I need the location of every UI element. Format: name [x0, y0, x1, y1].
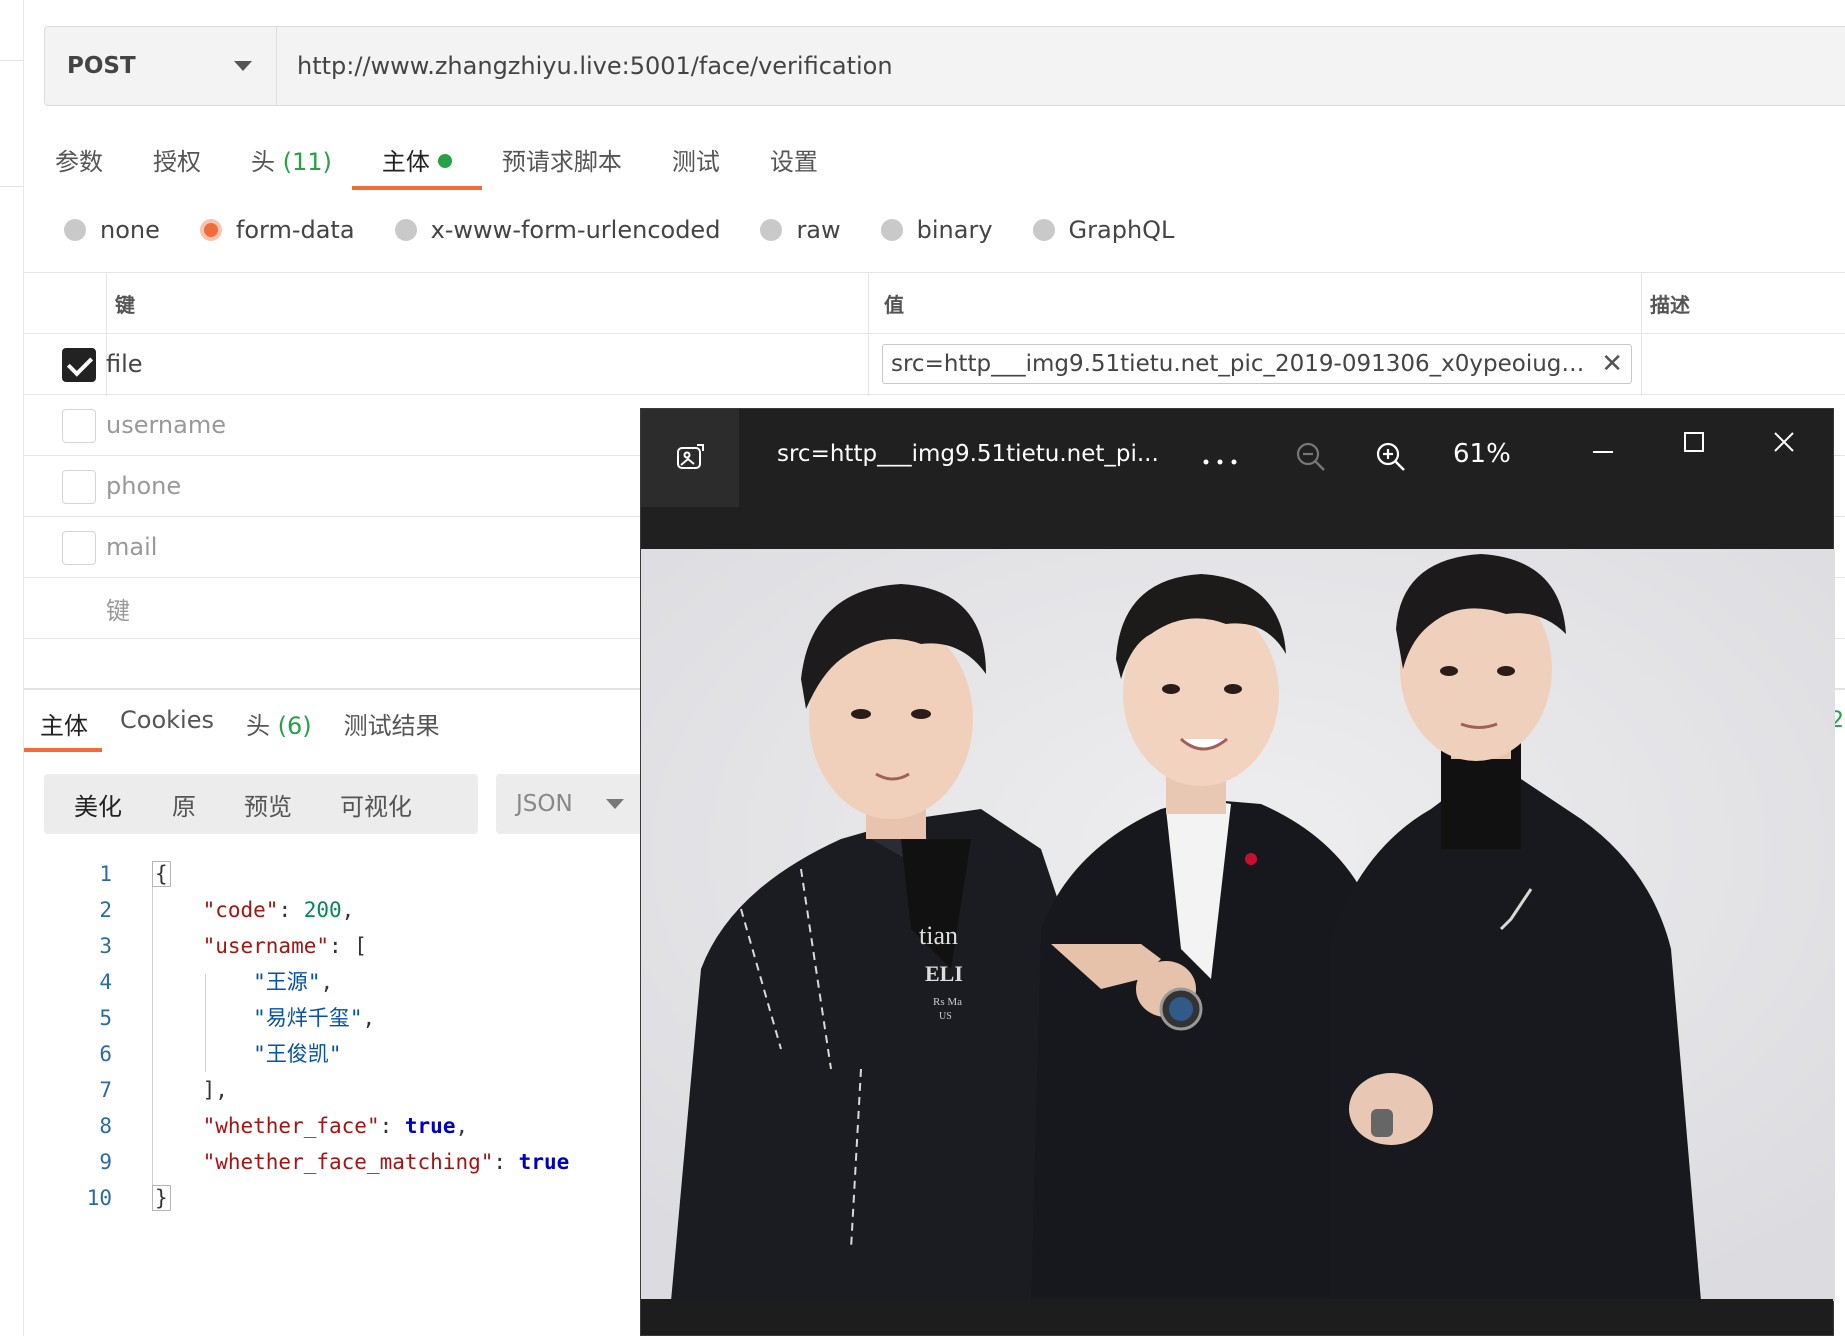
viewer-title: src=http___img9.51tietu.net_pi...: [777, 441, 1159, 467]
shirt-print-text: US: [939, 1011, 952, 1022]
radio-circle-icon: [1032, 219, 1055, 241]
row-key[interactable]: phone: [106, 472, 181, 500]
zoom-in-icon[interactable]: [1375, 441, 1407, 477]
format-mode-group: 美化 原 预览 可视化: [44, 774, 478, 834]
image-app-icon: [641, 409, 739, 507]
radio-circle-icon: [760, 219, 783, 241]
tab-pre-request-script[interactable]: 预请求脚本: [502, 142, 622, 194]
row-checkbox[interactable]: [62, 470, 96, 504]
tab-response-headers[interactable]: 头 (6): [246, 706, 312, 754]
table-header-row: 键 值 描述: [24, 272, 1845, 334]
request-url-bar: POST http://www.zhangzhiyu.live:5001/fac…: [44, 26, 1845, 106]
shirt-print-text: ELI: [925, 961, 963, 986]
minimize-icon[interactable]: [1591, 439, 1615, 458]
tab-tests[interactable]: 测试: [672, 142, 720, 194]
row-checkbox[interactable]: [62, 348, 96, 382]
new-key-input[interactable]: 键: [106, 591, 130, 626]
file-value-chip[interactable]: src=http___img9.51tietu.net_pic_2019-091…: [882, 344, 1632, 384]
radio-none[interactable]: none: [64, 216, 160, 244]
radio-graphql[interactable]: GraphQL: [1032, 216, 1174, 244]
radio-binary[interactable]: binary: [880, 216, 993, 244]
json-code-value: 200: [303, 898, 342, 922]
chevron-down-icon: [606, 799, 624, 809]
row-key[interactable]: mail: [106, 533, 157, 561]
zoom-level: 61%: [1453, 439, 1511, 469]
body-type-radios: none form-data x-www-form-urlencoded raw…: [64, 216, 1214, 244]
tab-test-results[interactable]: 测试结果: [344, 706, 440, 754]
radio-form-data[interactable]: form-data: [199, 216, 355, 244]
url-input[interactable]: http://www.zhangzhiyu.live:5001/face/ver…: [277, 52, 893, 80]
row-key[interactable]: file: [106, 350, 143, 378]
mode-raw[interactable]: 原: [172, 787, 196, 822]
radio-selected-icon: [199, 219, 222, 241]
displayed-photo[interactable]: tian ELI Rs Ma US: [641, 549, 1835, 1301]
shirt-print-text: Rs Ma: [933, 996, 962, 1008]
row-key[interactable]: username: [106, 411, 226, 439]
header-key: 键: [115, 292, 135, 317]
language-label: JSON: [516, 791, 573, 817]
method-select[interactable]: POST: [45, 27, 277, 105]
table-row: file src=http___img9.51tietu.net_pic_201…: [24, 334, 1845, 395]
tab-params[interactable]: 参数: [55, 142, 103, 194]
viewer-titlebar: src=http___img9.51tietu.net_pi... 61%: [641, 409, 1833, 549]
json-whether-face: true: [404, 1114, 456, 1138]
tab-response-cookies[interactable]: Cookies: [120, 706, 214, 754]
json-username-1: 易烊千玺: [265, 1006, 350, 1030]
file-value-label: src=http___img9.51tietu.net_pic_2019-091…: [891, 351, 1592, 377]
header-value: 值: [884, 292, 904, 317]
language-select[interactable]: JSON: [496, 774, 646, 834]
radio-circle-icon: [64, 219, 86, 241]
shirt-print-text: tian: [919, 921, 958, 950]
photo-viewer-window: src=http___img9.51tietu.net_pi... 61% ti…: [640, 408, 1835, 1336]
mode-preview[interactable]: 预览: [244, 787, 292, 822]
mode-pretty[interactable]: 美化: [74, 787, 122, 822]
json-whether-face-matching: true: [518, 1150, 570, 1174]
maximize-icon[interactable]: [1683, 431, 1705, 457]
viewer-bottom-bar: [641, 1299, 1833, 1335]
row-checkbox[interactable]: [62, 531, 96, 565]
response-headers-count: (6): [277, 712, 312, 740]
json-username-2: 王俊凯: [265, 1042, 329, 1066]
method-label: POST: [67, 53, 136, 79]
tab-response-body[interactable]: 主体: [24, 706, 102, 754]
tab-headers[interactable]: 头 (11): [251, 142, 332, 194]
headers-count: (11): [282, 148, 332, 176]
json-username-0: 王源: [265, 970, 308, 994]
zoom-out-icon[interactable]: [1295, 441, 1327, 477]
radio-circle-icon: [394, 219, 417, 241]
tab-body[interactable]: 主体: [351, 142, 482, 194]
row-checkbox[interactable]: [62, 409, 96, 443]
body-indicator-dot-icon: [437, 154, 452, 168]
radio-circle-icon: [880, 219, 903, 241]
header-description: 描述: [1650, 292, 1690, 317]
radio-urlencoded[interactable]: x-www-form-urlencoded: [394, 216, 720, 244]
app-window: POST http://www.zhangzhiyu.live:5001/fac…: [0, 0, 1845, 1336]
remove-file-icon[interactable]: ✕: [1601, 349, 1623, 379]
radio-raw[interactable]: raw: [760, 216, 841, 244]
more-icon[interactable]: [1201, 451, 1241, 470]
tab-settings[interactable]: 设置: [770, 142, 818, 194]
left-panel-edge: [0, 0, 24, 1336]
tab-auth[interactable]: 授权: [153, 142, 201, 194]
mode-visualize[interactable]: 可视化: [340, 787, 412, 822]
request-tabs: 参数 授权 头 (11) 主体 预请求脚本 测试 设置: [55, 142, 868, 194]
chevron-down-icon: [234, 61, 252, 71]
response-tabs: 主体 Cookies 头 (6) 测试结果: [24, 706, 472, 754]
close-icon[interactable]: [1773, 431, 1795, 457]
